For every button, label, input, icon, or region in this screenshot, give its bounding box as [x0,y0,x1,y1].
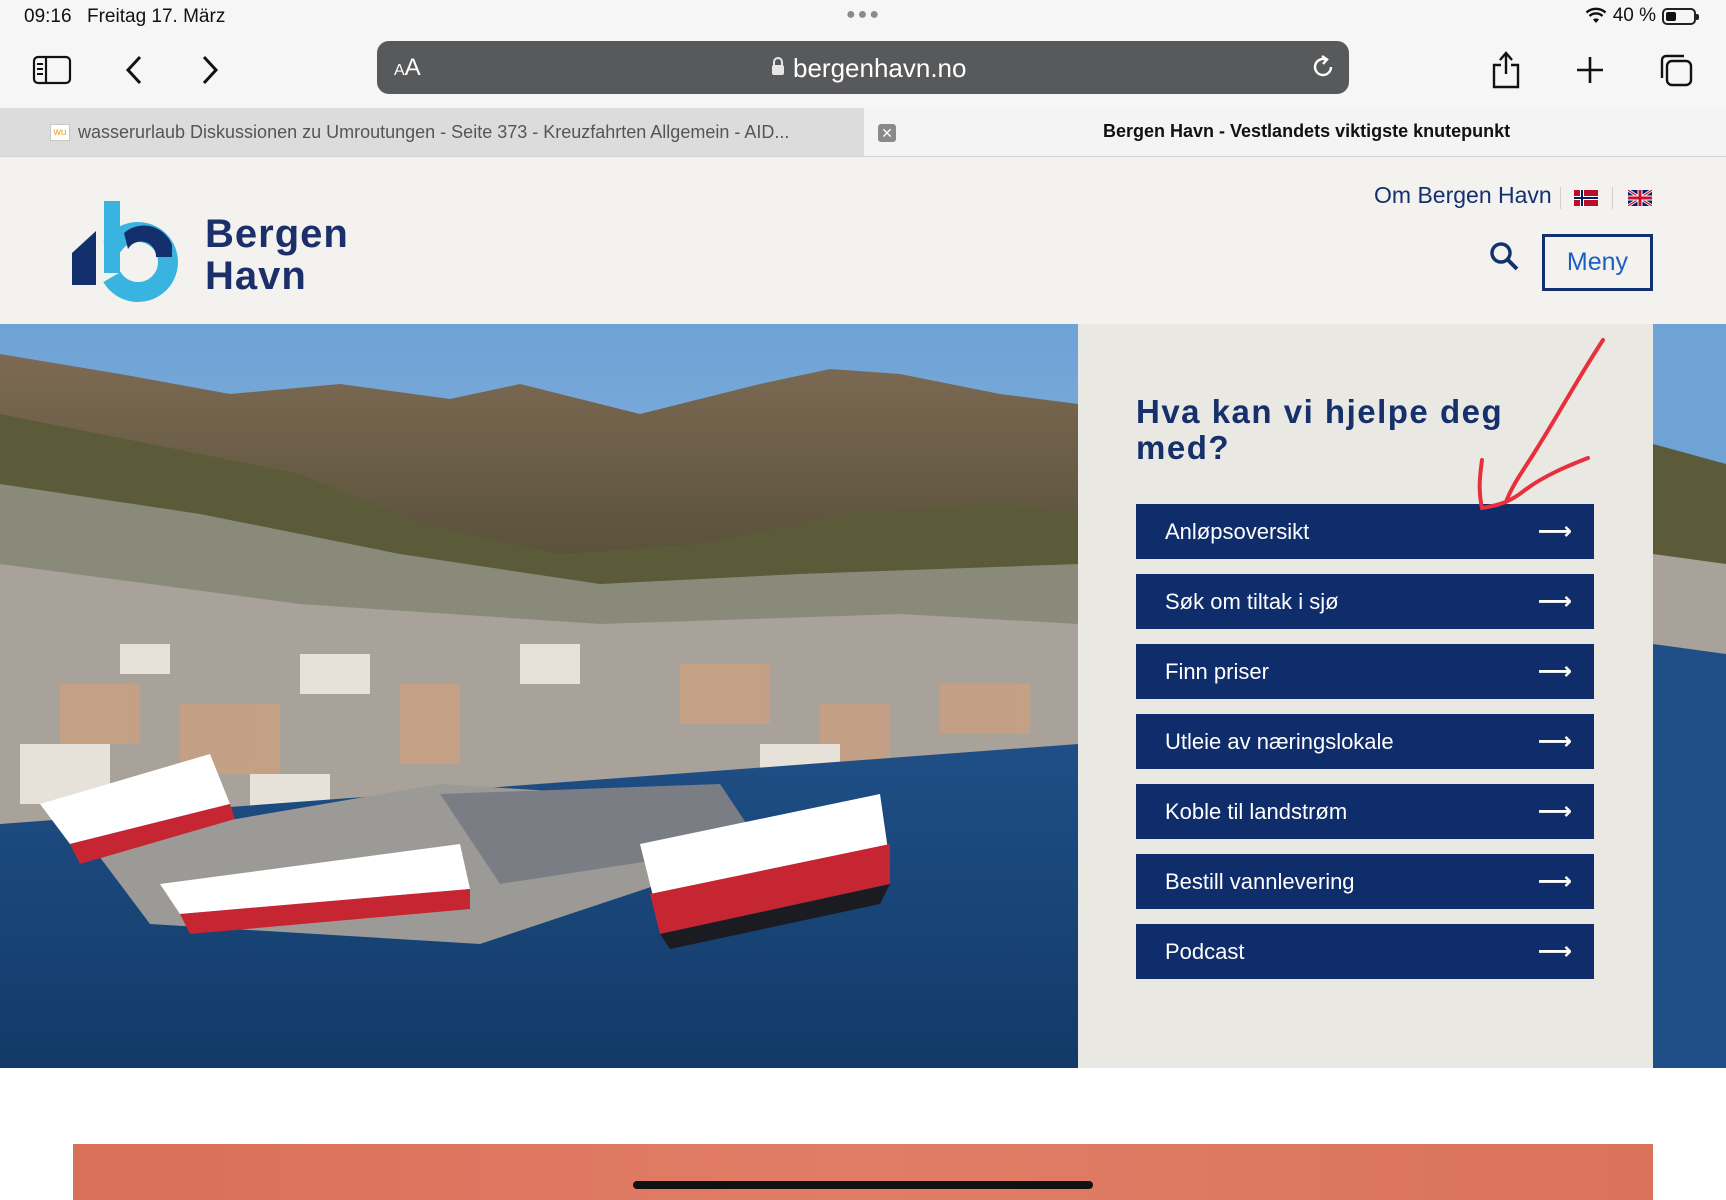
about-link[interactable]: Om Bergen Havn [1374,182,1552,209]
browser-toolbar: AA bergenhavn.no [0,36,1726,108]
arrow-right-icon: ⟶ [1537,588,1572,615]
uk-flag-icon[interactable] [1628,190,1652,206]
annotation-arrow-icon [1477,338,1605,511]
quick-link-label: Podcast [1165,938,1245,964]
arrow-right-icon: ⟶ [1537,658,1572,685]
quick-link-vannlevering[interactable]: Bestill vannlevering ⟶ [1136,854,1594,909]
promo-banner[interactable] [73,1144,1653,1200]
quick-link-label: Utleie av næringslokale [1165,728,1394,754]
home-indicator[interactable] [633,1181,1093,1189]
bergen-harbour-photo-edge [1653,324,1726,1068]
menu-button[interactable]: Meny [1542,234,1653,291]
lock-icon [772,57,784,75]
divider [1612,187,1613,209]
arrow-right-icon: ⟶ [1537,938,1572,965]
tab-favicon: wu [50,123,70,141]
bergen-harbour-photo [0,324,1078,1068]
quick-link-podcast[interactable]: Podcast ⟶ [1136,924,1594,979]
status-date: Freitag 17. März [87,6,226,27]
bergen-havn-logo[interactable] [72,193,182,308]
reload-icon[interactable] [1309,53,1337,81]
quick-link-sok-om-tiltak[interactable]: Søk om tiltak i sjø ⟶ [1136,574,1594,629]
tab-active-title[interactable]: Bergen Havn - Vestlandets viktigste knut… [1103,121,1510,142]
quick-link-label: Anløpsoversikt [1165,518,1310,544]
page-settings-button[interactable]: AA [394,54,421,82]
quick-link-label: Koble til landstrøm [1165,798,1348,824]
hero-section: Hva kan vi hjelpe deg med? Anløpsoversik… [0,324,1726,1068]
address-bar[interactable]: AA bergenhavn.no [377,41,1349,94]
status-indicators: 40 % [1585,5,1699,27]
arrow-right-icon: ⟶ [1537,798,1572,825]
tab-inactive[interactable]: wu wasserurlaub Diskussionen zu Umroutun… [0,108,864,156]
multitasking-dots-icon[interactable]: ●●● [846,6,881,24]
quick-link-label: Søk om tiltak i sjø [1165,588,1339,614]
battery-level [1666,11,1676,21]
logo-line-2: Havn [205,254,307,298]
logo-wordmark: Bergen Havn [205,213,349,297]
battery-icon [1662,7,1699,25]
share-icon[interactable] [1482,46,1530,94]
quick-link-utleie[interactable]: Utleie av næringslokale ⟶ [1136,714,1594,769]
tab-bar: wu wasserurlaub Diskussionen zu Umroutun… [0,108,1726,157]
logo-line-1: Bergen [205,212,349,256]
divider [1560,187,1561,209]
quick-link-landstrom[interactable]: Koble til landstrøm ⟶ [1136,784,1594,839]
forward-icon[interactable] [186,46,234,94]
arrow-right-icon: ⟶ [1537,518,1572,545]
arrow-right-icon: ⟶ [1537,728,1572,755]
new-tab-icon[interactable] [1566,46,1614,94]
search-icon[interactable] [1488,240,1520,272]
quick-link-label: Bestill vannlevering [1165,868,1355,894]
status-bar: 09:16 Freitag 17. März ●●● 40 % [0,0,1726,36]
tabs-overview-icon[interactable] [1652,46,1700,94]
arrow-right-icon: ⟶ [1537,868,1572,895]
screen: 09:16 Freitag 17. März ●●● 40 % AA berge… [0,0,1726,1200]
battery-percentage: 40 % [1612,5,1656,26]
url-text: bergenhavn.no [793,53,967,83]
back-icon[interactable] [110,46,158,94]
wifi-icon [1585,7,1607,23]
site-header: Bergen Havn Om Bergen Havn Meny [0,157,1726,324]
close-tab-icon[interactable]: ✕ [878,124,896,142]
status-time: 09:16 [24,6,72,27]
sidebar-icon[interactable] [28,46,76,94]
quick-link-label: Finn priser [1165,658,1269,684]
quick-link-finn-priser[interactable]: Finn priser ⟶ [1136,644,1594,699]
tab-title: wasserurlaub Diskussionen zu Umroutungen… [78,121,790,142]
norwegian-flag-icon[interactable] [1574,190,1598,206]
